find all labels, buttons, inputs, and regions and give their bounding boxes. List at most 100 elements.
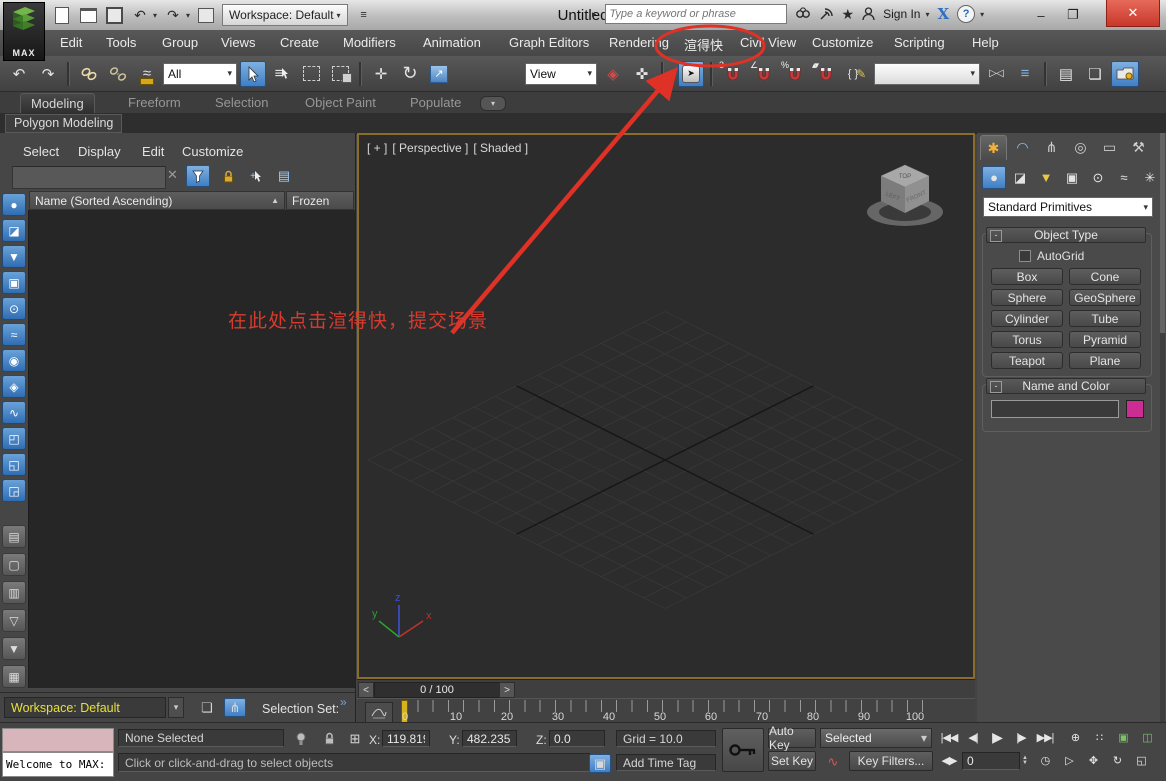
menu-edit[interactable]: Edit [60,35,82,50]
communication-center-icon[interactable] [819,7,834,21]
autodesk-exchange-icon[interactable]: X [937,5,949,23]
tab-utilities[interactable]: ⚒ [1125,135,1152,160]
viewport-view-menu[interactable]: [ Perspective ] [392,141,468,155]
view-cube[interactable]: TOP LEFT FRONT [847,151,959,231]
object-type-rollout-header[interactable]: - Object Type [986,227,1146,243]
create-helpers-button[interactable]: ⊙ [1086,166,1110,189]
bind-to-spacewarp-icon[interactable]: ≈ [134,61,160,87]
category-dropdown[interactable]: Standard Primitives ▾ [983,197,1153,217]
undo-flyout-caret[interactable]: ▾ [153,11,157,20]
spinner-snap-toggle[interactable]: ▴▾ [812,61,840,87]
time-slider-handle[interactable]: 0 / 100 [374,682,500,698]
explorer-tool-properties[interactable]: ▥ [2,581,26,604]
filter-groups-toggle[interactable]: ◉ [2,349,26,372]
percent-snap-toggle[interactable]: % [781,61,809,87]
keyboard-shortcut-override-toggle[interactable]: ➤ [678,61,704,87]
create-geosphere-button[interactable]: GeoSphere [1069,289,1141,306]
frame-spinner[interactable]: ▲▼ [1022,756,1028,766]
selection-bracket-toggle[interactable]: ▷ [1058,751,1080,770]
redo-scene-button[interactable]: ↷ [35,61,61,87]
filter-geometry-toggle[interactable]: ● [2,193,26,216]
time-configuration-button[interactable]: ◷ [1034,751,1056,770]
go-to-start-button[interactable]: |◀◀ [938,728,960,747]
use-pivot-center-button[interactable]: ◈ [600,61,626,87]
ribbon-tab-selection[interactable]: Selection [205,93,278,113]
filter-cameras-toggle[interactable]: ▣ [2,271,26,294]
create-plane-button[interactable]: Plane [1069,352,1141,369]
filter-hidden-toggle[interactable]: ◲ [2,479,26,502]
object-color-swatch[interactable] [1126,400,1144,418]
help-caret-icon[interactable]: ▾ [980,10,984,19]
autogrid-checkbox[interactable] [1019,250,1031,262]
explorer-lock-button[interactable] [216,165,240,187]
create-cone-button[interactable]: Cone [1069,268,1141,285]
layer-manager-button[interactable]: ▤ [1053,61,1079,87]
redo-flyout-caret[interactable]: ▾ [186,11,190,20]
menu-civil-view[interactable]: Civil View [740,35,796,50]
create-torus-button[interactable]: Torus [991,331,1063,348]
menu-modifiers[interactable]: Modifiers [343,35,396,50]
explorer-tool-funnel[interactable]: ▽ [2,609,26,632]
track-bar[interactable]: 0 10 20 30 40 50 60 70 80 90 100 [357,698,975,725]
y-coordinate-field[interactable] [462,730,517,747]
workspace-selector-caret[interactable]: ▾ [168,697,184,718]
explorer-tool-steps[interactable]: ▦ [2,665,26,688]
maximize-button[interactable]: ❐ [1060,4,1086,26]
viewport-pov-menu[interactable]: [ + ] [367,141,387,155]
create-cameras-button[interactable]: ▣ [1060,166,1084,189]
select-by-name-button[interactable]: ≡ [269,61,295,87]
create-shapes-button[interactable]: ◪ [1008,166,1032,189]
menu-group[interactable]: Group [162,35,198,50]
explorer-menu-customize[interactable]: Customize [182,144,243,159]
key-filters-button[interactable]: Key Filters... [849,751,933,771]
object-name-input[interactable] [991,400,1119,418]
auto-key-button[interactable]: Auto Key [768,728,816,748]
isolate-selection-toggle[interactable]: ▣ [589,754,611,773]
snaps-toggle-3d[interactable]: 3 [719,61,747,87]
add-time-tag-field[interactable]: Add Time Tag [616,754,716,771]
column-header-name[interactable]: Name (Sorted Ascending) ▲ [29,191,285,210]
rectangular-selection-region-button[interactable] [298,61,324,87]
viewport-shading-menu[interactable]: [ Shaded ] [473,141,528,155]
filter-lights-toggle[interactable]: ▼ [2,245,26,268]
previous-frame-key-button[interactable]: ◀| [962,728,984,747]
zoom-extents-all-button[interactable]: ◫ [1136,728,1158,747]
menu-tools[interactable]: Tools [106,35,136,50]
menu-graph-editors[interactable]: Graph Editors [509,35,589,50]
x-coordinate-field[interactable] [382,730,430,747]
create-spacewarps-button[interactable]: ≈ [1112,166,1136,189]
explorer-search-input[interactable] [12,166,166,189]
application-menu-button[interactable]: MAX [3,2,45,61]
filter-helpers-toggle[interactable]: ⊙ [2,297,26,320]
filter-xrefs-toggle[interactable]: ◈ [2,375,26,398]
search-icon[interactable] [795,7,811,21]
key-filter-scope-dropdown[interactable]: Selected ▾ [820,728,932,748]
select-and-scale-button[interactable]: ↗ [426,61,452,87]
mini-curve-editor-button[interactable] [365,702,393,724]
reference-coordinate-dropdown[interactable]: View ▾ [525,63,597,85]
previous-frame-button[interactable]: < [358,682,374,698]
next-frame-button[interactable]: > [499,682,515,698]
filter-shapes-toggle[interactable]: ◪ [2,219,26,242]
perspective-viewport[interactable]: [ + ] [ Perspective ] [ Shaded ] TOP LEF… [357,133,975,679]
maximize-viewport-toggle[interactable]: ◱ [1130,751,1152,770]
maxscript-mini-listener[interactable]: Welcome to MAX: [2,752,114,777]
menu-rendering[interactable]: Rendering [609,35,669,50]
explorer-menu-edit[interactable]: Edit [142,144,164,159]
zoom-region-button[interactable]: ⊕ [1064,728,1086,747]
create-cylinder-button[interactable]: Cylinder [991,310,1063,327]
explorer-menu-display[interactable]: Display [78,144,121,159]
favorites-star-icon[interactable]: ★ [842,6,855,23]
layer-stack-button[interactable]: ❏ [196,698,218,717]
explorer-menu-select[interactable]: Select [23,144,59,159]
mirror-button[interactable]: ▷◁ [983,61,1009,87]
go-to-end-button[interactable]: ▶▶| [1034,728,1056,747]
name-color-rollout-header[interactable]: - Name and Color [986,378,1146,394]
explorer-tool-funnel-pick[interactable]: ▼ [2,637,26,660]
current-frame-field[interactable] [962,752,1020,770]
help-icon[interactable]: ? [957,5,975,23]
menu-animation[interactable]: Animation [423,35,481,50]
explorer-select-children-button[interactable]: ▤ [272,165,296,187]
search-expand-icon[interactable]: ▸ [592,9,597,20]
viewcube-top-label[interactable]: TOP [899,174,911,180]
